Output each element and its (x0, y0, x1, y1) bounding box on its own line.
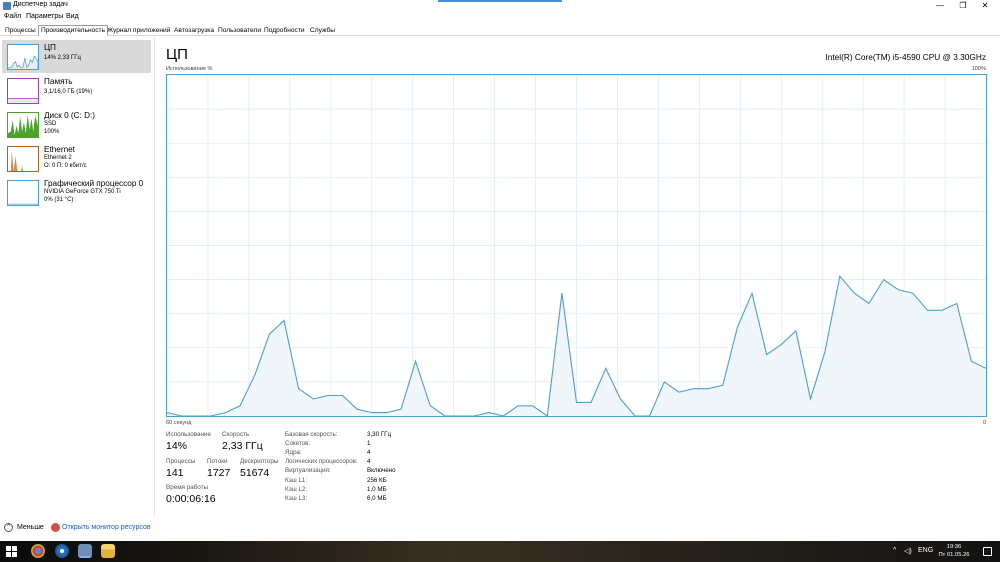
chevron-up-icon[interactable]: ^ (4, 523, 13, 532)
uptime-value: 0:00:06:16 (166, 493, 216, 505)
sidebar-item-detail-2: О: 0 П: 0 кбит/с (44, 163, 87, 169)
threads-value: 1727 (207, 467, 231, 479)
spec-value: 1,0 МБ (367, 486, 387, 493)
x-axis-end-label: 0 (983, 420, 987, 426)
resource-monitor-icon[interactable] (51, 523, 60, 532)
memory-thumbnail (7, 78, 39, 104)
threads-label: Потоки (207, 458, 228, 465)
spec-label: Логических процессоров: (285, 458, 358, 465)
gpu-thumbnail (7, 180, 39, 206)
cpu-usage-graph (166, 74, 987, 417)
taskbar: ^ ◁) ENG 19:36 Пт 01.05.26 (0, 541, 1000, 562)
chrome-icon[interactable] (31, 544, 45, 558)
spec-label: Сокетов: (285, 440, 311, 447)
uptime-label: Время работы (166, 484, 209, 491)
file-explorer-icon[interactable] (101, 544, 115, 558)
tab-services[interactable]: Службы (308, 25, 337, 36)
sidebar-item-ethernet[interactable]: Ethernet Ethernet 2 О: 0 П: 0 кбит/с (2, 142, 151, 175)
spec-value: 4 (367, 458, 371, 465)
task-manager-icon (3, 2, 11, 10)
usage-label: Использование (166, 431, 211, 438)
cpu-model-name: Intel(R) Core(TM) i5-4590 CPU @ 3.30GHz (825, 52, 986, 62)
usage-value: 14% (166, 440, 188, 452)
sidebar-item-name: Ethernet (44, 145, 75, 154)
speed-label: Скорость (222, 431, 250, 438)
tray-expand-icon[interactable]: ^ (893, 547, 896, 554)
speed-value: 2,33 ГГц (222, 440, 263, 452)
tab-performance[interactable]: Производительность (38, 25, 108, 36)
cpu-usage-chart (167, 75, 986, 416)
close-button[interactable]: ✕ (970, 0, 1000, 12)
y-axis-max-label: 100% (971, 66, 986, 72)
spec-value: 4 (367, 449, 371, 456)
sidebar-item-name: ЦП (44, 43, 56, 52)
sidebar-item-detail: Ethernet 2 (44, 155, 72, 161)
disk-thumbnail (7, 112, 39, 138)
spec-label: Кэш L2: (285, 486, 308, 493)
sidebar-item-disk[interactable]: Диск 0 (C: D:) SSD 100% (2, 108, 151, 141)
sidebar-item-detail: NVIDIA GeForce GTX 750 Ti (44, 189, 121, 195)
sidebar-item-detail: 3,1/16,0 ГБ (19%) (44, 89, 93, 95)
processes-label: Процессы (166, 458, 196, 465)
sidebar-item-name: Графический процессор 0 (44, 179, 144, 188)
spec-label: Кэш L3: (285, 495, 308, 502)
spec-value: 3,30 ГГц (367, 431, 392, 438)
processes-value: 141 (166, 467, 184, 479)
spec-value: 1 (367, 440, 371, 447)
windows-start-icon[interactable] (6, 546, 17, 557)
sidebar-item-gpu[interactable]: Графический процессор 0 NVIDIA GeForce G… (2, 176, 151, 209)
tab-strip: Процессы Производительность Журнал прило… (0, 24, 1000, 36)
handles-label: Дескрипторы (240, 458, 279, 465)
footer-bar: ^ Меньше Открыть монитор ресурсов (0, 518, 1000, 540)
telegram-icon[interactable] (55, 544, 69, 558)
menu-file[interactable]: Файл (4, 13, 21, 20)
sidebar-item-name: Память (44, 77, 73, 86)
menu-view[interactable]: Вид (66, 13, 79, 20)
open-resource-monitor-link[interactable]: Открыть монитор ресурсов (62, 524, 151, 531)
tab-startup[interactable]: Автозагрузка (172, 25, 216, 36)
language-indicator[interactable]: ENG (918, 547, 933, 554)
tab-app-history[interactable]: Журнал приложений (105, 25, 172, 36)
x-axis-label: 60 секунд (166, 420, 192, 426)
clock-date: Пт 01.05.26 (938, 552, 970, 558)
spec-label: Базовая скорость: (285, 431, 338, 438)
sidebar-item-memory[interactable]: Память 3,1/16,0 ГБ (19%) (2, 74, 151, 107)
sidebar-item-detail-2: 100% (44, 129, 60, 135)
spec-label: Ядра: (285, 449, 302, 456)
cpu-thumbnail (7, 44, 39, 70)
title-bar-accent (438, 0, 562, 2)
menu-bar: Файл Параметры Вид (0, 12, 1000, 23)
taskbar-clock[interactable]: 19:36 Пт 01.05.26 (935, 543, 973, 559)
sidebar-item-detail: 14% 2,33 ГГц (44, 55, 81, 61)
spec-value: 6,0 МБ (367, 495, 387, 502)
volume-icon[interactable]: ◁) (904, 547, 912, 555)
window-title: Диспетчер задач (13, 1, 68, 8)
tab-details[interactable]: Подробности (262, 25, 307, 36)
spec-value: 256 КБ (367, 477, 387, 484)
menu-options[interactable]: Параметры (26, 13, 63, 20)
clock-time: 19:36 (946, 544, 962, 550)
task-manager-taskbar-icon[interactable] (78, 544, 92, 558)
fewer-details-button[interactable]: Меньше (17, 524, 44, 531)
tab-users[interactable]: Пользователи (216, 25, 263, 36)
spec-label: Виртуализация: (285, 467, 331, 474)
resource-sidebar: ЦП 14% 2,33 ГГц Память 3,1/16,0 ГБ (19%)… (0, 38, 155, 516)
handles-value: 51674 (240, 467, 270, 479)
sidebar-item-detail-2: 0% (31 °C) (44, 197, 74, 203)
notifications-icon[interactable] (983, 547, 992, 556)
ethernet-thumbnail (7, 146, 39, 172)
sidebar-item-name: Диск 0 (C: D:) (44, 111, 95, 120)
spec-value: Включено (367, 467, 396, 474)
spec-label: Кэш L1: (285, 477, 308, 484)
sidebar-item-detail: SSD (44, 121, 57, 127)
sidebar-item-cpu[interactable]: ЦП 14% 2,33 ГГц (2, 40, 151, 73)
title-bar: Диспетчер задач — ❐ ✕ (0, 0, 1000, 12)
page-title: ЦП (166, 46, 188, 63)
y-axis-label: Использование % (166, 66, 213, 72)
tab-processes[interactable]: Процессы (3, 25, 38, 36)
